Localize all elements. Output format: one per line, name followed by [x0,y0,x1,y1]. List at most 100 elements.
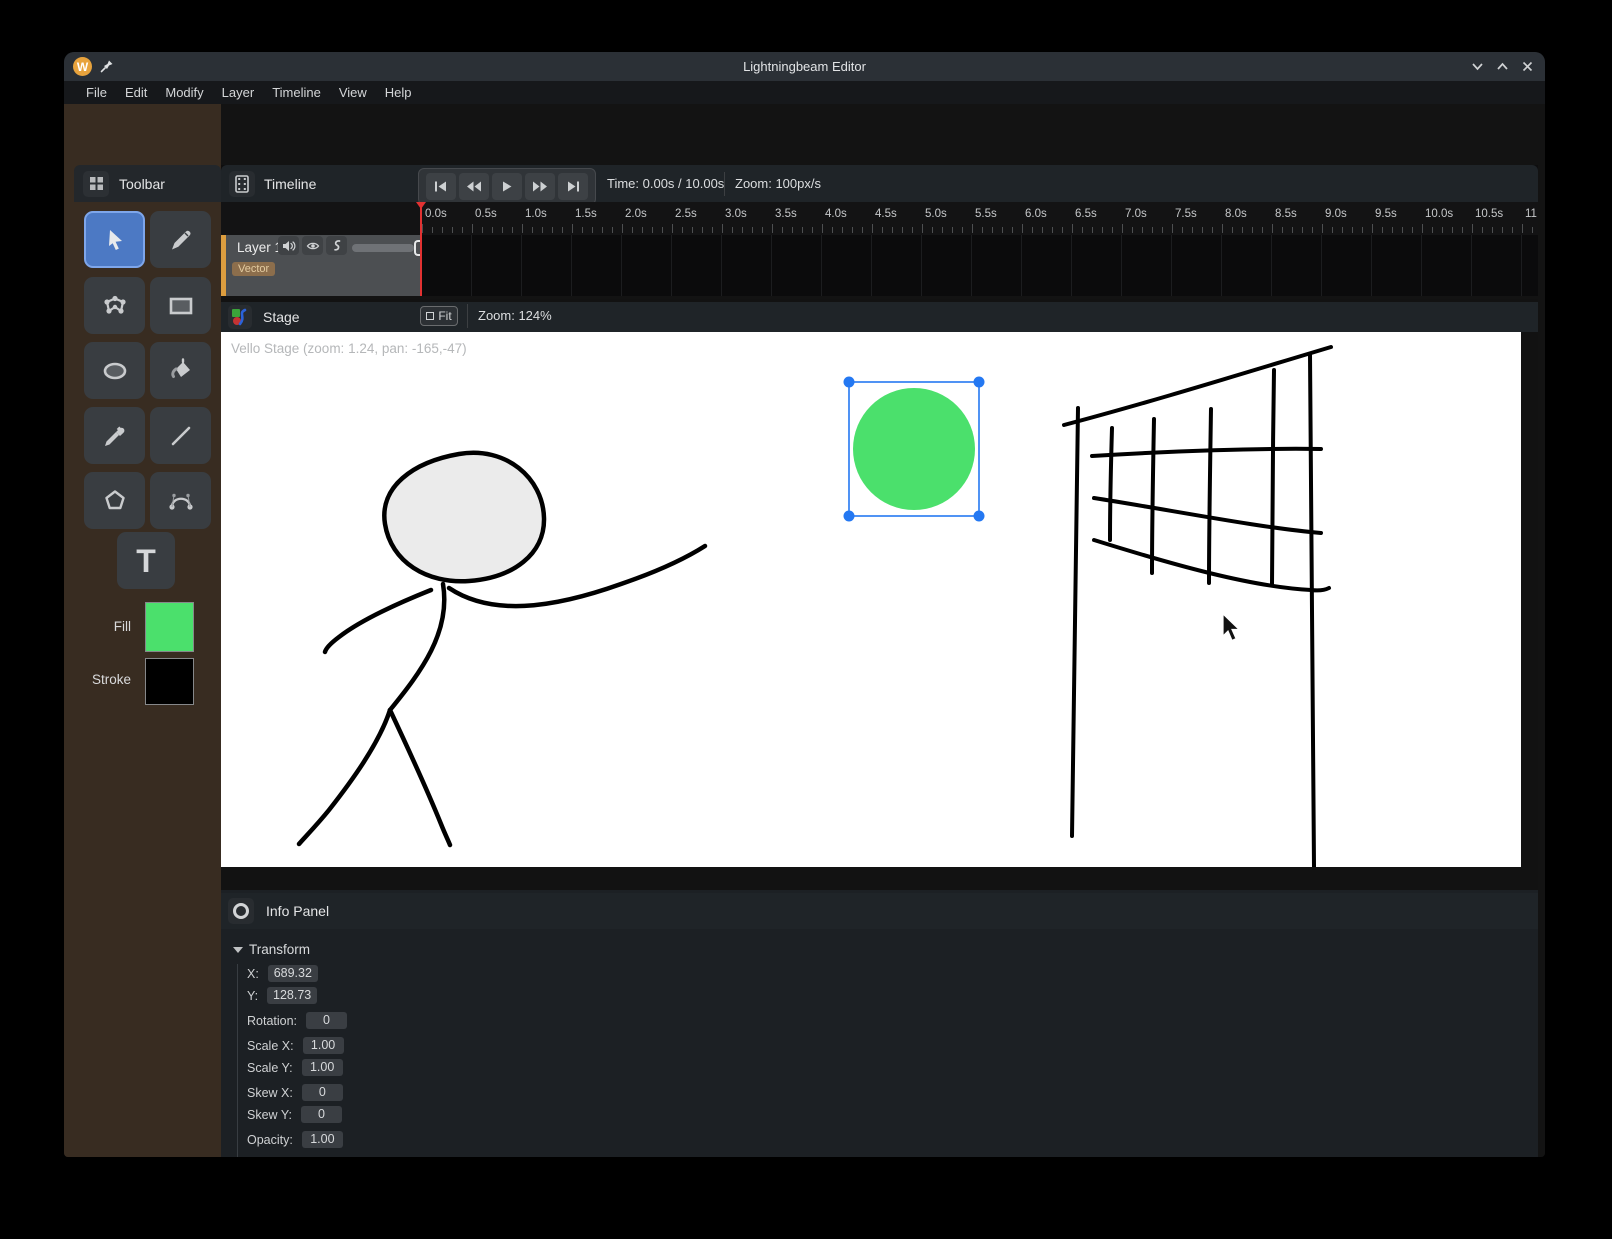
selected-shape [844,377,985,522]
selection-handle-ne[interactable] [974,377,985,388]
curve-tool-button[interactable] [150,472,211,529]
layer-visibility-button[interactable] [302,236,323,255]
transform-section-header[interactable]: Transform [233,942,310,957]
field-value-input[interactable]: 0 [306,1012,347,1029]
ruler-tick [1502,227,1503,233]
stroke-color-swatch[interactable] [145,658,194,705]
layer-audio-button[interactable] [278,236,299,255]
menu-item-modify[interactable]: Modify [156,83,212,102]
paint-bucket-tool-button[interactable] [150,342,211,399]
line-tool-button[interactable] [150,407,211,464]
menu-item-view[interactable]: View [330,83,376,102]
field-value-input[interactable]: 1.00 [302,1131,343,1148]
transform-row-x: X: 689.32 [247,965,621,982]
layer-link-button[interactable] [326,236,347,255]
skip-to-end-button[interactable] [558,173,588,200]
curve-icon [166,486,196,516]
minimize-icon[interactable] [1469,59,1485,75]
ruler-tick [1252,227,1253,233]
field-label: Skew X: [247,1086,293,1100]
ruler-tick [1272,224,1273,233]
select-tool-button[interactable] [84,211,145,268]
ruler-tick [542,227,543,233]
maximize-icon[interactable] [1494,59,1510,75]
volleyball-net-drawing[interactable] [1064,347,1331,867]
timeline-tracks: 0.0s0.5s1.0s1.5s2.0s2.5s3.0s3.5s4.0s4.5s… [221,202,1538,296]
ruler-tick [1322,224,1323,233]
menu-item-layer[interactable]: Layer [213,83,264,102]
ruler-label: 5.5s [975,208,997,220]
field-label: Scale X: [247,1039,294,1053]
field-value-input[interactable]: 689.32 [268,965,318,982]
ruler-tick [922,224,923,233]
field-label: Opacity: [247,1133,293,1147]
ruler-label: 6.5s [1075,208,1097,220]
app-logo-icon[interactable]: W [73,57,92,76]
selection-handle-sw[interactable] [844,511,855,522]
green-circle-shape[interactable] [853,388,975,510]
text-tool-button[interactable]: T [117,532,175,589]
field-value-input[interactable]: 0 [301,1106,342,1123]
fill-color-swatch[interactable] [145,602,194,652]
transform-row-rotation: Rotation:0 [247,1012,621,1029]
eye-icon [306,240,320,252]
ruler-tick [1392,227,1393,233]
field-value-input[interactable]: 1.00 [303,1037,344,1054]
field-value-input[interactable]: 128.73 [267,987,317,1004]
pencil-tool-button[interactable] [150,211,211,268]
ruler-tick [1062,227,1063,233]
rewind-button[interactable] [459,173,489,200]
ruler-label: 4.5s [875,208,897,220]
close-icon[interactable] [1519,59,1535,75]
menu-item-edit[interactable]: Edit [116,83,156,102]
polygon-tool-button[interactable] [84,472,145,529]
stick-figure-drawing[interactable] [299,453,705,845]
ruler-tick [1122,224,1123,233]
track-lane[interactable] [421,235,1538,296]
ruler-tick [1222,224,1223,233]
ruler-tick [1092,227,1093,233]
ruler-tick [802,227,803,233]
play-button[interactable] [492,173,522,200]
shape-section-header[interactable]: Shape [233,1156,288,1157]
menu-item-timeline[interactable]: Timeline [263,83,330,102]
ruler-tick [1262,227,1263,233]
ruler-tick [1192,227,1193,233]
polygon-icon [100,486,130,516]
field-value-input[interactable]: 1.00 [302,1059,343,1076]
field-value-input[interactable]: 0 [302,1084,343,1101]
ruler-tick [1432,227,1433,233]
ruler-tick [882,227,883,233]
stage-canvas[interactable]: Vello Stage (zoom: 1.24, pan: -165,-47) [221,332,1521,867]
ruler-tick [1302,227,1303,233]
skip-to-start-button[interactable] [426,173,456,200]
layer-opacity-slider[interactable] [352,244,414,252]
menu-item-file[interactable]: File [77,83,116,102]
fast-forward-button[interactable] [525,173,555,200]
ruler-label: 0.5s [475,208,497,220]
ruler-tick [692,227,693,233]
ruler-label: 9.0s [1325,208,1347,220]
fit-button[interactable]: Fit [420,306,458,326]
path-node-tool-button[interactable] [84,277,145,334]
rectangle-tool-button[interactable] [150,277,211,334]
selection-handle-nw[interactable] [844,377,855,388]
ruler-tick [792,227,793,233]
eyedropper-tool-button[interactable] [84,407,145,464]
pin-icon[interactable] [100,59,114,73]
menu-item-help[interactable]: Help [376,83,421,102]
layer-row[interactable]: Layer 1 Vector [221,235,421,296]
ruler-tick [952,227,953,233]
ruler-tick [1462,227,1463,233]
field-label: X: [247,967,259,981]
ruler-tick [1072,224,1073,233]
selection-handle-se[interactable] [974,511,985,522]
stage-title: Stage [263,309,300,325]
ruler-tick [772,224,773,233]
timeline-title: Timeline [264,176,316,192]
playhead[interactable] [420,202,422,296]
ellipse-tool-button[interactable] [84,342,145,399]
pencil-icon [167,226,195,254]
info-panel: Info Panel Transform X:689.32Y:128.73Rot… [221,890,1538,1157]
ruler-tick [582,227,583,233]
